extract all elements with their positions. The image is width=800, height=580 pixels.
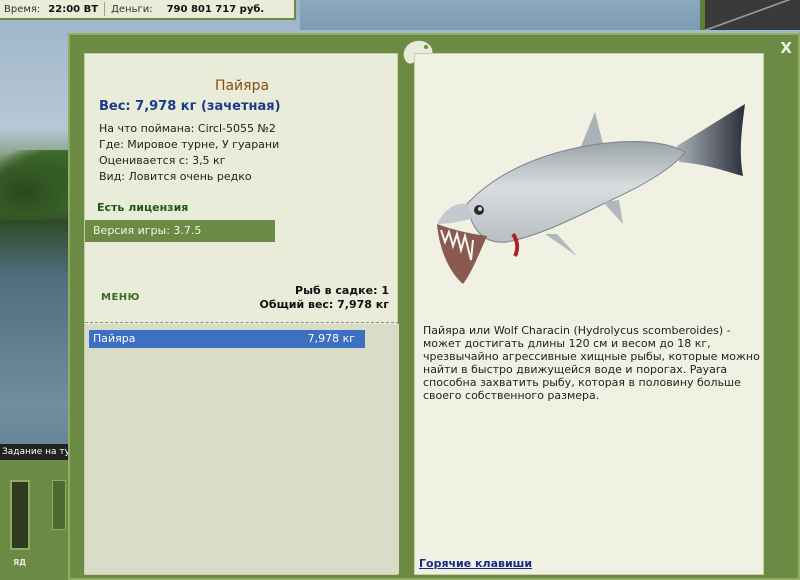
gauge-slot	[10, 480, 30, 550]
fish-weight: Вес: 7,978 кг (зачетная)	[99, 99, 281, 114]
catch-list: Пайяра 7,978 кг	[85, 324, 399, 574]
fish-description: Пайяра или Wolf Characin (Hydrolycus sco…	[423, 324, 760, 402]
list-item-name: Пайяра	[93, 332, 136, 345]
time-value: 22:00 ВТ	[48, 3, 99, 15]
fish-count: Рыб в садке: 1	[295, 284, 389, 297]
fish-type: Вид: Ловится очень редко	[99, 170, 252, 183]
valued-from: Оценивается с: 3,5 кг	[99, 154, 226, 167]
fish-details-panel: Пайяра Вес: 7,978 кг (зачетная) На что п…	[84, 53, 399, 575]
total-weight: Общий вес: 7,978 кг	[259, 298, 389, 311]
payara-fish-image	[437, 104, 745, 284]
caught-where: Где: Мировое турне, У гуарани	[99, 138, 280, 151]
task-tab[interactable]: Задание на тур	[0, 444, 70, 460]
list-item-weight: 7,978 кг	[307, 332, 355, 345]
caught-with: На что поймана: Circl-5055 №2	[99, 122, 276, 135]
menu-button[interactable]: МЕНЮ	[101, 292, 140, 303]
status-bar: Время: 22:00 ВТ Деньги: 790 801 717 руб.	[0, 0, 296, 20]
list-item[interactable]: Пайяра 7,978 кг	[89, 330, 365, 348]
license-status: Есть лицензия	[97, 201, 189, 214]
keepnet-stats: Рыб в садке: 1 Общий вес: 7,978 кг	[260, 284, 389, 312]
catch-info-window: X Пайяра Вес: 7,978 кг (зачетная) На что…	[68, 33, 800, 580]
bottom-control-panel: ЯД	[0, 460, 70, 580]
fish-image-panel: Пайяра или Wolf Characin (Hydrolycus sco…	[414, 53, 764, 575]
hotkeys-link[interactable]: Горячие клавиши	[419, 557, 532, 570]
panel-label: ЯД	[13, 558, 27, 567]
time-label: Время:	[4, 3, 41, 15]
divider	[85, 322, 399, 323]
money-value: 790 801 717 руб.	[166, 3, 265, 15]
gauge-slot-secondary	[52, 480, 66, 530]
game-version: Версия игры: 3.7.5	[85, 220, 275, 242]
money-label: Деньги:	[111, 3, 153, 15]
fish-name: Пайяра	[214, 78, 270, 94]
close-button[interactable]: X	[780, 39, 792, 57]
